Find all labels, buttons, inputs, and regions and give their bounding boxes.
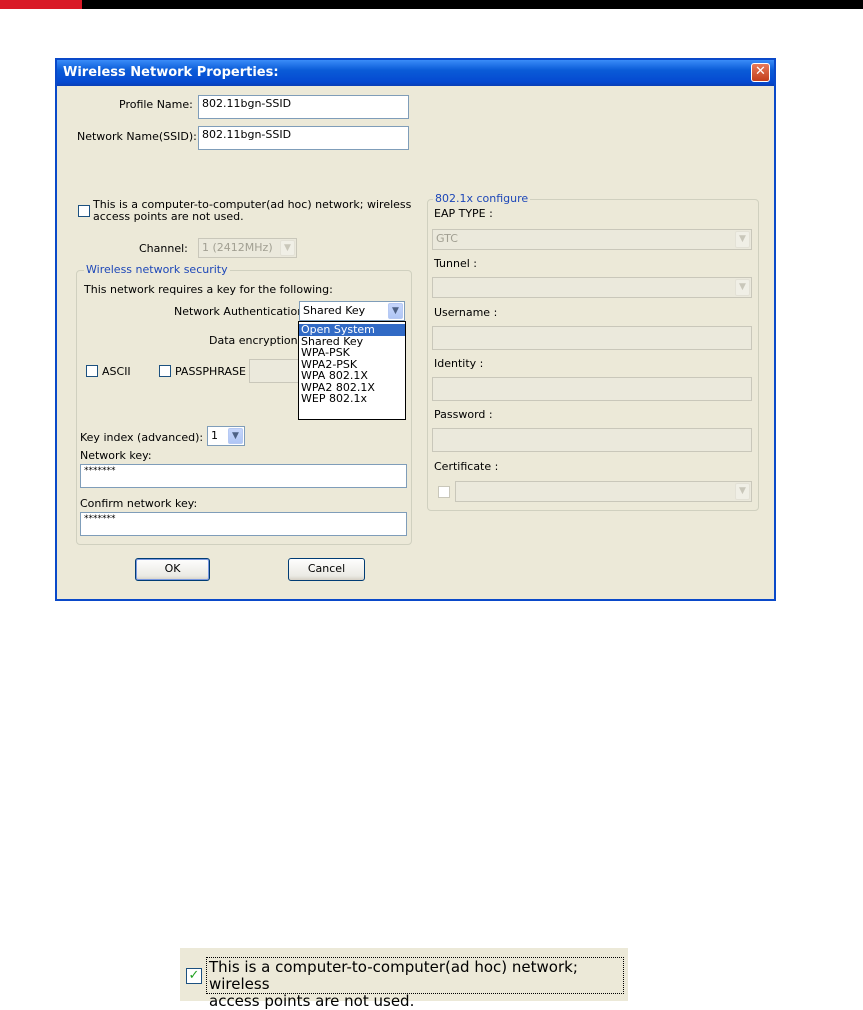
wireless-properties-dialog: Wireless Network Properties: ✕ Profile N… (55, 58, 776, 601)
ascii-checkbox[interactable] (86, 365, 98, 377)
network-key-label: Network key: (80, 449, 152, 462)
auth-label: Network Authentication: (174, 305, 308, 318)
channel-value: 1 (2412MHz) (202, 241, 273, 254)
auth-value: Shared Key (303, 304, 366, 317)
profile-name-label: Profile Name: (119, 98, 193, 111)
chevron-down-icon: ▼ (735, 483, 750, 500)
auth-option[interactable]: WPA 802.1X (299, 370, 405, 382)
requires-key-text: This network requires a key for the foll… (84, 283, 333, 296)
auth-option[interactable]: WPA-PSK (299, 347, 405, 359)
check-icon[interactable]: ✓ (186, 968, 202, 984)
key-index-label: Key index (advanced): (80, 431, 204, 444)
network-key-input[interactable]: ******* (80, 464, 407, 488)
dot1x-group-label: 802.1x configure (433, 192, 531, 205)
adhoc-zoom-line2: access points are not used. (209, 992, 415, 1010)
close-icon[interactable]: ✕ (751, 63, 770, 82)
ok-button[interactable]: OK (135, 558, 210, 581)
eap-type-value: GTC (436, 232, 458, 245)
ssid-input[interactable]: 802.11bgn-SSID (198, 126, 409, 150)
chevron-down-icon: ▼ (735, 279, 750, 296)
dialog-title: Wireless Network Properties: (63, 65, 279, 80)
chevron-down-icon: ▼ (280, 240, 295, 256)
eap-type-select[interactable]: GTC ▼ (432, 229, 752, 250)
brand-stripe (0, 0, 82, 9)
auth-select[interactable]: Shared Key ▼ (299, 301, 405, 321)
key-index-value: 1 (211, 429, 218, 442)
security-group-label: Wireless network security (84, 263, 230, 276)
key-index-select[interactable]: 1 ▼ (207, 426, 245, 446)
tunnel-select[interactable]: ▼ (432, 277, 752, 298)
adhoc-zoom-label: This is a computer-to-computer(ad hoc) n… (206, 957, 624, 1010)
username-label: Username : (434, 306, 498, 319)
confirm-key-input[interactable]: ******* (80, 512, 407, 536)
chevron-down-icon[interactable]: ▼ (388, 303, 403, 319)
title-bar[interactable]: Wireless Network Properties: ✕ (57, 60, 774, 86)
adhoc-checkbox[interactable] (78, 205, 90, 217)
confirm-key-label: Confirm network key: (80, 497, 198, 510)
certificate-checkbox[interactable] (438, 486, 450, 498)
certificate-select[interactable]: ▼ (455, 481, 752, 502)
encryption-label: Data encryption: (209, 334, 302, 347)
adhoc-label-line2: access points are not used. (93, 210, 244, 223)
profile-name-input[interactable]: 802.11bgn-SSID (198, 95, 409, 119)
passphrase-label: PASSPHRASE (175, 365, 246, 378)
chevron-down-icon: ▼ (735, 231, 750, 248)
auth-option[interactable]: Open System (299, 324, 405, 336)
cancel-button[interactable]: Cancel (288, 558, 365, 581)
ssid-label: Network Name(SSID): (77, 130, 197, 143)
adhoc-zoom-line1: This is a computer-to-computer(ad hoc) n… (209, 958, 578, 993)
passphrase-checkbox[interactable] (159, 365, 171, 377)
chevron-down-icon[interactable]: ▼ (228, 428, 243, 444)
auth-option[interactable]: WEP 802.1x (299, 393, 405, 405)
identity-label: Identity : (434, 357, 484, 370)
auth-dropdown-list[interactable]: Open System Shared Key WPA-PSK WPA2-PSK … (298, 321, 406, 420)
passphrase-input[interactable] (249, 359, 299, 383)
username-input[interactable] (432, 326, 752, 350)
password-input[interactable] (432, 428, 752, 452)
channel-label: Channel: (139, 242, 188, 255)
adhoc-zoom-detail: ✓ This is a computer-to-computer(ad hoc)… (180, 948, 628, 1010)
top-banner (0, 0, 863, 9)
channel-select[interactable]: 1 (2412MHz) ▼ (198, 238, 297, 258)
certificate-label: Certificate : (434, 460, 499, 473)
password-label: Password : (434, 408, 493, 421)
eap-type-label: EAP TYPE : (434, 207, 493, 220)
identity-input[interactable] (432, 377, 752, 401)
ascii-label: ASCII (102, 365, 131, 378)
tunnel-label: Tunnel : (434, 257, 477, 270)
